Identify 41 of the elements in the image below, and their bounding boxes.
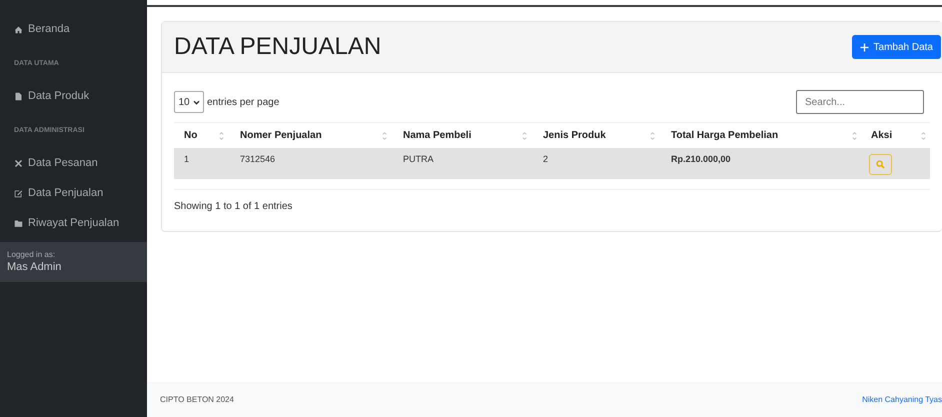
page-title: DATA PENJUALAN bbox=[174, 33, 382, 61]
column-header[interactable]: Aksi bbox=[871, 130, 892, 141]
table-cell: 1 bbox=[184, 154, 190, 164]
user-name: Mas Admin bbox=[7, 261, 62, 273]
entries-info: Showing 1 to 1 of 1 entries bbox=[174, 189, 930, 231]
sort-icon[interactable] bbox=[522, 130, 527, 142]
plus-icon bbox=[860, 42, 869, 52]
logged-in-caption: Logged in as: bbox=[7, 250, 56, 259]
add-data-button[interactable]: Tambah Data bbox=[852, 35, 941, 59]
entries-label: entries per page bbox=[207, 96, 280, 108]
sort-icon[interactable] bbox=[921, 130, 926, 142]
column-header[interactable]: Jenis Produk bbox=[543, 130, 606, 141]
sidebar-item[interactable]: Data Produk bbox=[0, 81, 147, 111]
sort-icon[interactable] bbox=[382, 130, 387, 142]
footer-copyright: CIPTO BETON 2024 bbox=[160, 395, 234, 404]
column-header[interactable]: Nomer Penjualan bbox=[240, 130, 322, 141]
sort-icon[interactable] bbox=[852, 130, 857, 142]
search-field[interactable]: Search... bbox=[796, 90, 924, 114]
column-header[interactable]: No bbox=[184, 130, 198, 141]
table-cell: 2 bbox=[543, 154, 548, 164]
column-header[interactable]: Nama Pembeli bbox=[403, 130, 472, 141]
sort-icon[interactable] bbox=[219, 130, 224, 142]
sort-icon[interactable] bbox=[650, 130, 655, 142]
table-cell: Rp.210.000,00 bbox=[671, 154, 731, 164]
column-header[interactable]: Total Harga Pembelian bbox=[671, 130, 778, 141]
chevron-down-icon bbox=[192, 100, 200, 104]
tools-icon bbox=[14, 158, 23, 168]
entries-dropdown[interactable]: 10 bbox=[174, 91, 204, 113]
author-link[interactable]: Niken Cahyaning Tyas bbox=[862, 395, 942, 404]
sidebar-item[interactable]: Beranda bbox=[0, 14, 147, 44]
file-icon bbox=[14, 92, 23, 100]
sidebar-item[interactable]: Riwayat Penjualan bbox=[0, 208, 147, 238]
folder-icon bbox=[14, 218, 23, 228]
sidebar-item[interactable]: Data Pesanan bbox=[0, 148, 147, 178]
edit-icon bbox=[14, 188, 23, 198]
search-icon bbox=[876, 160, 885, 169]
home-icon bbox=[14, 24, 23, 34]
table-cell: 7312546 bbox=[240, 154, 276, 164]
view-button[interactable] bbox=[869, 154, 892, 175]
sidebar-item[interactable]: Data Penjualan bbox=[0, 178, 147, 208]
table-cell: PUTRA bbox=[403, 154, 434, 164]
